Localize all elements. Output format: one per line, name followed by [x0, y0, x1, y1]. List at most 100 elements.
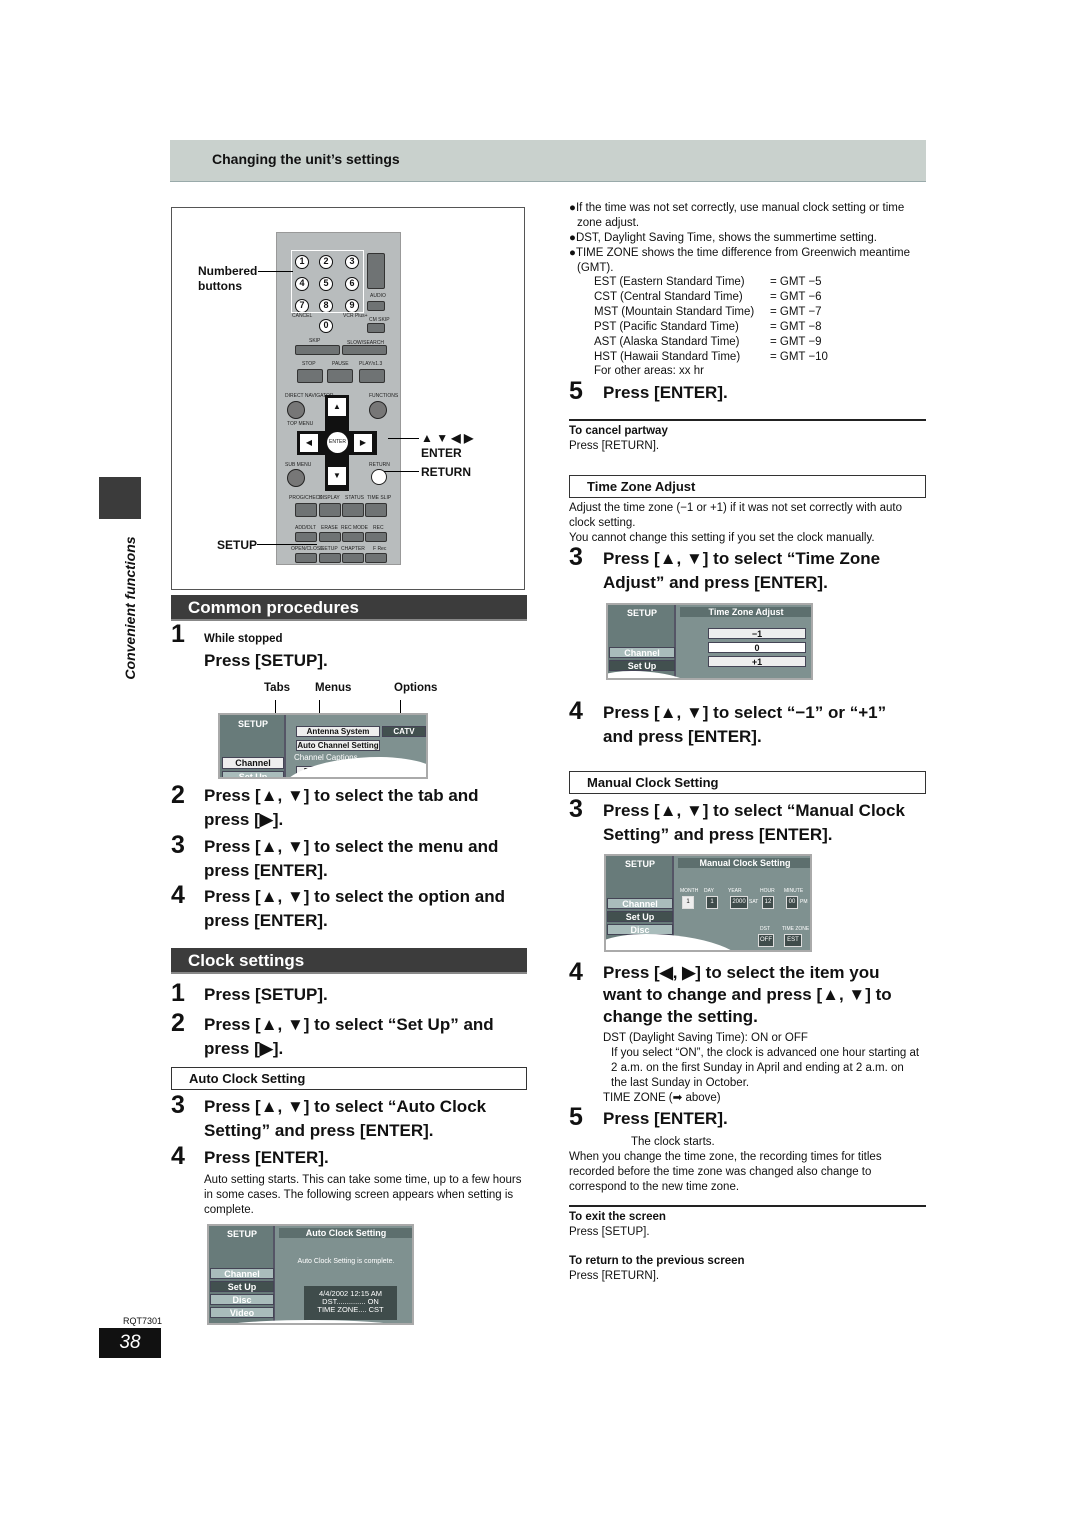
remote-key-button[interactable] [342, 345, 387, 355]
remote-key-button[interactable] [359, 369, 385, 383]
remote-key-button[interactable] [295, 503, 317, 517]
remote-key-button[interactable] [365, 553, 387, 563]
field-value: 2000 [730, 896, 748, 909]
remote-key-button[interactable] [342, 553, 364, 563]
callout-enter: ENTER [421, 446, 462, 460]
field-label: YEAR [728, 888, 742, 894]
step-text: Press [▲, ▼] to select the tab and press … [204, 786, 479, 829]
note-line: ●TIME ZONE shows the time difference fro… [569, 247, 910, 259]
time-zone-change-note: When you change the time zone, the recor… [569, 1151, 882, 1193]
functions-button[interactable] [369, 401, 387, 419]
return-text: Press [RETURN]. [569, 1270, 660, 1282]
remote-label: ERASE [321, 525, 338, 531]
cancel-title: To cancel partway [569, 425, 668, 437]
remote-key-button[interactable] [295, 345, 340, 355]
label-tabs: Tabs [264, 682, 290, 694]
field-label: MINUTE [784, 888, 804, 894]
remote-key-button[interactable] [367, 323, 385, 333]
zone-name: PST (Pacific Standard Time) [594, 321, 739, 333]
field-value: 00 [786, 896, 798, 909]
remote-key-button[interactable] [319, 553, 341, 563]
step-number: 1 [171, 979, 185, 1007]
step-number: 4 [171, 881, 185, 909]
step-number: 2 [171, 1009, 185, 1037]
zone-offset: = GMT −7 [770, 306, 822, 318]
tz-note: TIME ZONE (➡ above) [603, 1092, 721, 1104]
step-text: Press [▲, ▼] to select “Auto Clock Settin… [204, 1097, 487, 1140]
remote-label: PROG/CHECK [289, 495, 323, 501]
remote-label: FUNCTIONS [369, 393, 399, 399]
time-zone-table: EST (Eastern Standard Time) = GMT −5 CST (… [594, 275, 828, 365]
side-tab-marker [99, 477, 141, 519]
remote-label: VCR Plus+ [343, 313, 368, 319]
number-0-button[interactable]: 0 [319, 319, 333, 333]
step-number: 3 [171, 831, 185, 859]
remote-label: SUB MENU [285, 462, 312, 468]
zone-offset: = GMT −5 [770, 276, 822, 288]
left-button[interactable]: ◀ [300, 434, 318, 452]
callout-numbered: Numbered buttons [198, 264, 258, 293]
remote-label: STATUS [345, 495, 364, 501]
zone-name: AST (Alaska Standard Time) [594, 336, 740, 348]
exit-title: To exit the screen [569, 1211, 666, 1223]
zone-name: EST (Eastern Standard Time) [594, 276, 745, 288]
remote-label: ADD/DLT [295, 525, 317, 531]
manual-clock-heading: Manual Clock Setting [569, 771, 926, 794]
time-zone-row: EST (Eastern Standard Time) = GMT −5 [594, 275, 828, 290]
direct-navigator-button[interactable] [287, 401, 305, 419]
step-number: 5 [569, 377, 583, 405]
remote-control: 1234567890CHAUDIOCANCELVCR Plus+CM SKIPS… [276, 232, 401, 565]
step-text: Press [ENTER]. [204, 1148, 329, 1167]
remote-label: SETUP [321, 546, 338, 552]
remote-key-button[interactable] [295, 553, 317, 563]
remote-label: REC MODE [341, 525, 368, 531]
step-number: 4 [569, 958, 583, 986]
field-label: MONTH [680, 888, 699, 894]
remote-label: PLAY/x1.3 [359, 361, 383, 367]
exit-text: Press [SETUP]. [569, 1226, 650, 1238]
remote-label: CANCEL [292, 313, 313, 319]
remote-key-button[interactable] [297, 369, 323, 383]
remote-key-button[interactable] [367, 253, 385, 289]
common-procedures-heading: Common procedures [171, 595, 527, 621]
page-number: 38 [99, 1328, 161, 1358]
remote-key-button[interactable] [295, 532, 317, 542]
step-text: Press [▲, ▼] to select “−1” or “+1” and p… [603, 703, 887, 746]
zone-name: HST (Hawaii Standard Time) [594, 351, 741, 363]
remote-key-button[interactable] [367, 301, 385, 311]
step-text: Press [ENTER]. [603, 383, 728, 402]
note-line: zone adjust. [577, 217, 640, 229]
notes-list: ●If the time was not set correctly, use … [569, 201, 929, 276]
other-areas-note: For other areas: xx hr [594, 365, 704, 377]
label-options: Options [394, 682, 438, 694]
up-button[interactable]: ▲ [328, 398, 346, 416]
callout-return: RETURN [421, 465, 471, 479]
remote-label: REC [373, 525, 384, 531]
remote-label: AUDIO [370, 293, 386, 299]
step-number: 5 [569, 1103, 583, 1131]
right-button[interactable]: ▶ [354, 434, 372, 452]
remote-key-button[interactable] [365, 503, 387, 517]
remote-key-button[interactable] [319, 532, 341, 542]
remote-label: PAUSE [332, 361, 349, 367]
setup-screen-example: SETUP Channel Set Up Antenna System CATV… [218, 713, 428, 779]
remote-key-button[interactable] [365, 532, 387, 542]
field-value: 1 [682, 896, 694, 909]
remote-key-button[interactable] [342, 503, 364, 517]
sub-menu-button[interactable] [287, 469, 305, 487]
enter-button[interactable]: ENTER [327, 432, 348, 453]
field-value: 1 [706, 896, 718, 909]
remote-key-button[interactable] [342, 532, 364, 542]
callout-arrows: ▲ ▼ ◀ ▶ [421, 431, 474, 445]
down-button[interactable]: ▼ [328, 467, 346, 485]
weekday: SAT [749, 899, 759, 905]
side-tab-label: Convenient functions [122, 536, 138, 680]
remote-key-button[interactable] [319, 503, 341, 517]
field-label: HOUR [760, 888, 775, 894]
time-zone-row: CST (Central Standard Time) = GMT −6 [594, 290, 828, 305]
remote-key-button[interactable] [327, 369, 353, 383]
time-zone-row: PST (Pacific Standard Time) = GMT −8 [594, 320, 828, 335]
zone-name: MST (Mountain Standard Time) [594, 306, 755, 318]
step-text: Press [▲, ▼] to select the option and pre… [204, 887, 505, 930]
note-line: ●If the time was not set correctly, use … [569, 202, 905, 214]
